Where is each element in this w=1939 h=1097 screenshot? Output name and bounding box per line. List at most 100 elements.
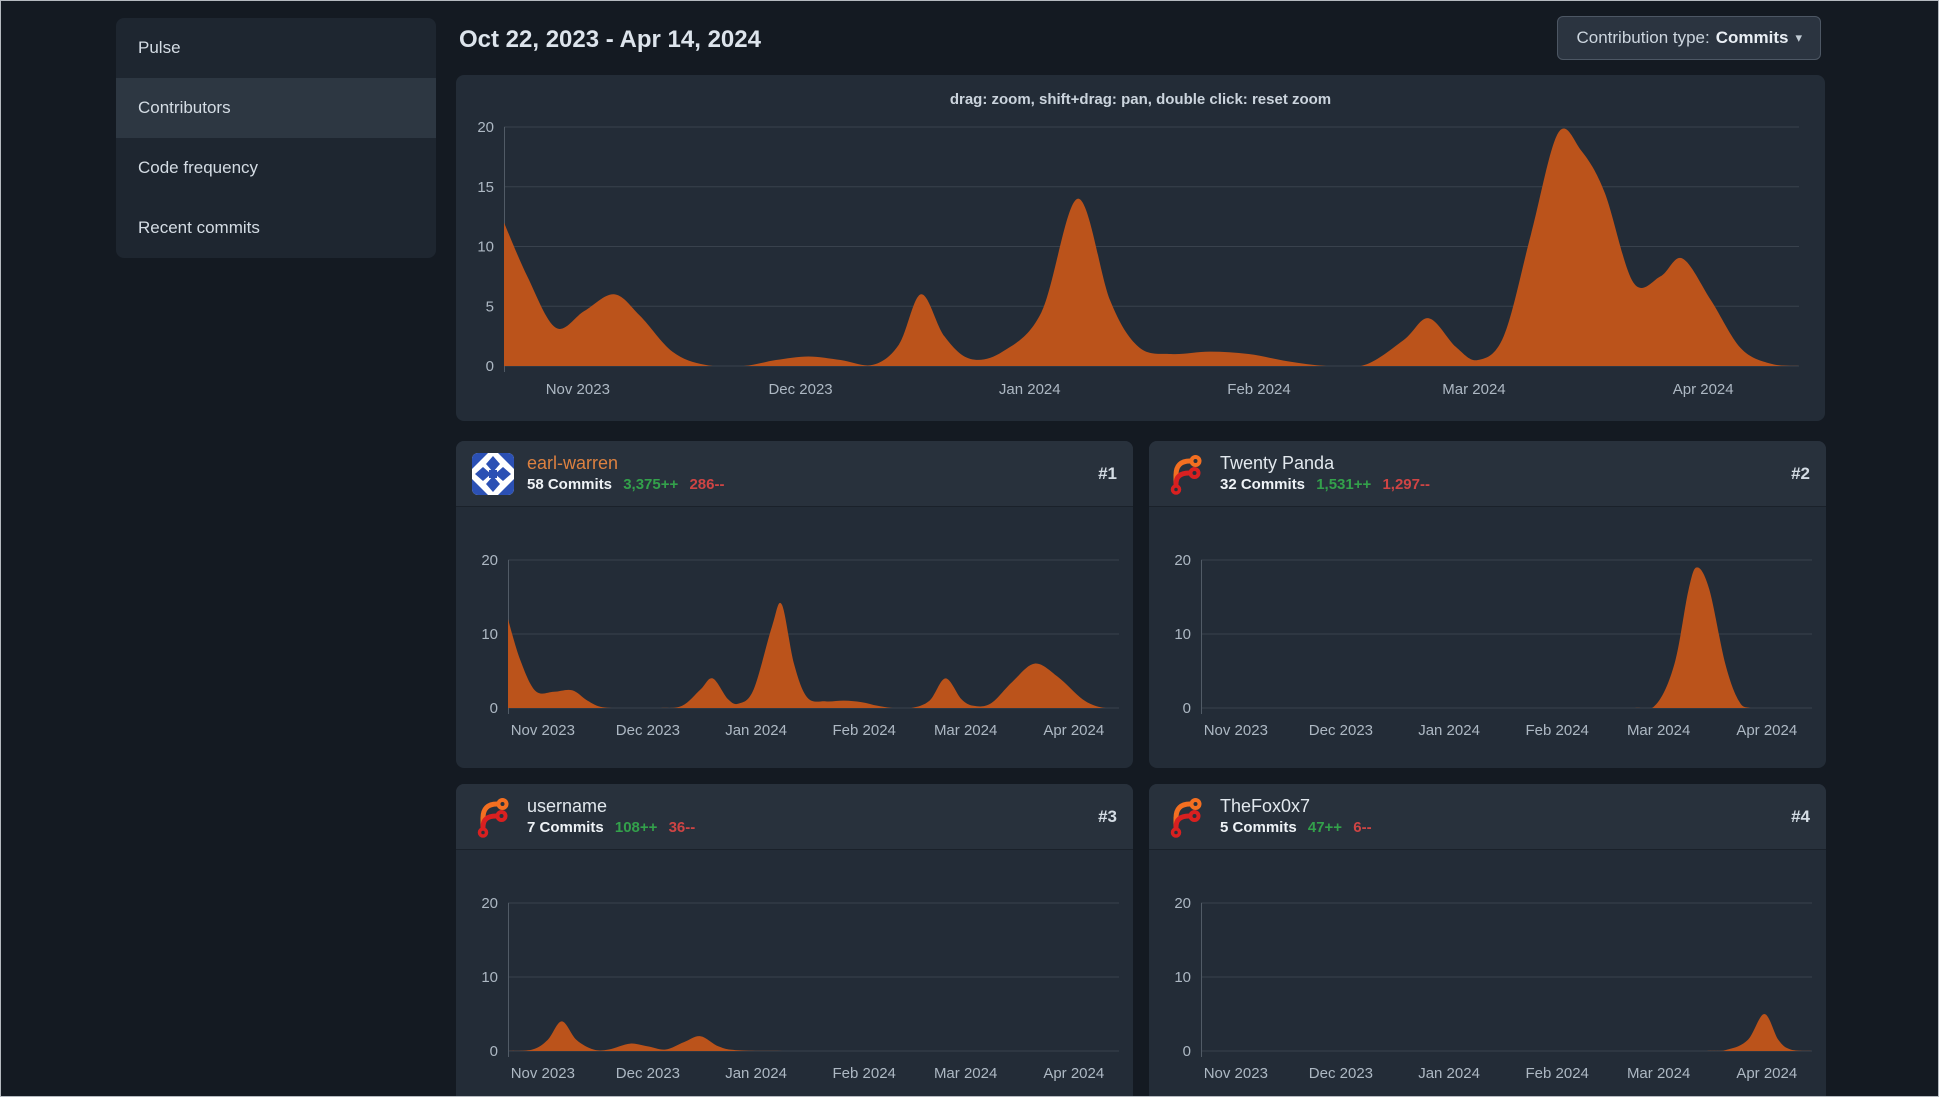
svg-text:20: 20 — [481, 552, 498, 569]
svg-text:Feb 2024: Feb 2024 — [1227, 381, 1290, 398]
contributor-card-header: earl-warren 58 Commits 3,375++ 286-- #1 — [456, 441, 1133, 507]
svg-text:Apr 2024: Apr 2024 — [1043, 1065, 1104, 1082]
rank-badge: #4 — [1791, 806, 1810, 826]
forgejo-logo-icon — [1165, 453, 1207, 495]
sidebar-item-recent-commits[interactable]: Recent commits — [116, 198, 436, 258]
svg-text:Dec 2023: Dec 2023 — [616, 1065, 680, 1082]
contributor-card-3: username 7 Commits 108++ 36-- #3 0 10 20 No… — [456, 784, 1133, 1096]
chart-zoom-hint: drag: zoom, shift+drag: pan, double clic… — [949, 91, 1332, 108]
additions-count: 3,375++ — [623, 476, 679, 493]
svg-text:Dec 2023: Dec 2023 — [616, 722, 680, 739]
contributor-identity: earl-warren 58 Commits 3,375++ 286-- — [527, 452, 724, 495]
svg-text:10: 10 — [1174, 969, 1191, 986]
svg-text:15: 15 — [477, 179, 494, 196]
rank-badge: #1 — [1098, 463, 1117, 483]
identicon-avatar-icon — [472, 452, 514, 495]
svg-text:20: 20 — [1174, 552, 1191, 569]
additions-count: 1,531++ — [1316, 476, 1372, 493]
forgejo-logo-icon — [472, 796, 514, 838]
chart-canvas: 0 10 20 Nov 2023 Dec 2023 Jan 2024 Feb 2024 Mar… — [1174, 552, 1812, 739]
svg-text:Apr 2024: Apr 2024 — [1043, 722, 1104, 739]
chevron-down-icon: ▾ — [1795, 30, 1802, 45]
chart-canvas: 0 10 20 Nov 2023 Dec 2023 Jan 2024 Feb 2024 Mar… — [481, 895, 1119, 1082]
contributor-stats: 32 Commits 1,531++ 1,297-- — [1220, 475, 1430, 495]
contributor-name-link[interactable]: earl-warren — [527, 452, 724, 475]
contributor-stats: 58 Commits 3,375++ 286-- — [527, 475, 724, 495]
rank-badge: #3 — [1098, 806, 1117, 826]
forgejo-logo-icon — [1165, 796, 1207, 838]
svg-text:Nov 2023: Nov 2023 — [511, 1065, 575, 1082]
contributor-commits-chart[interactable]: 0 10 20 Nov 2023 Dec 2023 Jan 2024 Feb 2024 Mar… — [1149, 850, 1826, 1096]
svg-text:Mar 2024: Mar 2024 — [1627, 1065, 1690, 1082]
svg-text:10: 10 — [477, 239, 494, 256]
svg-text:0: 0 — [490, 1043, 498, 1060]
svg-text:Mar 2024: Mar 2024 — [1627, 722, 1690, 739]
svg-text:Apr 2024: Apr 2024 — [1673, 381, 1734, 398]
svg-text:10: 10 — [481, 969, 498, 986]
svg-text:Apr 2024: Apr 2024 — [1736, 1065, 1797, 1082]
sidebar-item-code-frequency[interactable]: Code frequency — [116, 138, 436, 198]
svg-text:Jan 2024: Jan 2024 — [1418, 1065, 1480, 1082]
rank-badge: #2 — [1791, 463, 1810, 483]
svg-text:Jan 2024: Jan 2024 — [999, 381, 1061, 398]
contributor-name-link[interactable]: TheFox0x7 — [1220, 795, 1372, 818]
contributor-identity: TheFox0x7 5 Commits 47++ 6-- — [1220, 795, 1372, 838]
chart-canvas: 0 10 20 Nov 2023 Dec 2023 Jan 2024 Feb 2024 Mar… — [1174, 895, 1812, 1082]
contributor-name-link[interactable]: username — [527, 795, 695, 818]
date-range-heading: Oct 22, 2023 - Apr 14, 2024 — [459, 26, 761, 53]
contributor-card-1: earl-warren 58 Commits 3,375++ 286-- #1 … — [456, 441, 1133, 768]
svg-text:Nov 2023: Nov 2023 — [1204, 1065, 1268, 1082]
svg-text:5: 5 — [486, 298, 494, 315]
contribution-type-label: Contribution type: — [1576, 28, 1710, 47]
svg-text:Mar 2024: Mar 2024 — [934, 1065, 997, 1082]
contribution-type-dropdown[interactable]: Contribution type: Commits ▾ — [1557, 16, 1821, 60]
contributor-card-header: username 7 Commits 108++ 36-- #3 — [456, 784, 1133, 850]
svg-text:Mar 2024: Mar 2024 — [934, 722, 997, 739]
svg-text:Feb 2024: Feb 2024 — [833, 1065, 896, 1082]
svg-text:Jan 2024: Jan 2024 — [725, 1065, 787, 1082]
svg-text:Nov 2023: Nov 2023 — [511, 722, 575, 739]
deletions-count: 36-- — [668, 819, 696, 836]
contributor-commits-chart[interactable]: 0 10 20 Nov 2023 Dec 2023 Jan 2024 Feb 2024 Mar… — [1149, 507, 1826, 768]
sidebar-item-contributors[interactable]: Contributors — [116, 78, 436, 138]
contributor-stats: 5 Commits 47++ 6-- — [1220, 818, 1372, 838]
svg-text:20: 20 — [1174, 895, 1191, 912]
svg-text:Feb 2024: Feb 2024 — [1526, 722, 1589, 739]
svg-text:Feb 2024: Feb 2024 — [833, 722, 896, 739]
overall-chart-panel: drag: zoom, shift+drag: pan, double clic… — [456, 75, 1825, 421]
svg-text:0: 0 — [1183, 700, 1191, 717]
svg-text:0: 0 — [490, 700, 498, 717]
contributor-identity: username 7 Commits 108++ 36-- — [527, 795, 695, 838]
contributor-card-4: TheFox0x7 5 Commits 47++ 6-- #4 0 10 20 Nov… — [1149, 784, 1826, 1096]
contributor-card-header: TheFox0x7 5 Commits 47++ 6-- #4 — [1149, 784, 1826, 850]
contributor-name-link[interactable]: Twenty Panda — [1220, 452, 1430, 475]
deletions-count: 1,297-- — [1382, 476, 1430, 493]
commit-count: 32 Commits — [1220, 476, 1306, 493]
contributor-identity: Twenty Panda 32 Commits 1,531++ 1,297-- — [1220, 452, 1430, 495]
svg-text:Dec 2023: Dec 2023 — [1309, 722, 1373, 739]
additions-count: 47++ — [1307, 819, 1343, 836]
additions-count: 108++ — [614, 819, 658, 836]
deletions-count: 286-- — [689, 476, 725, 493]
svg-text:20: 20 — [481, 895, 498, 912]
sidebar-item-pulse[interactable]: Pulse — [116, 18, 436, 78]
commit-count: 58 Commits — [527, 476, 613, 493]
sidebar-menu: Pulse Contributors Code frequency Recent… — [116, 18, 436, 258]
commit-count: 5 Commits — [1220, 819, 1297, 836]
overall-commits-chart[interactable]: 0 5 10 15 20 Nov 2023 Dec 2023 Jan 2024 Feb 2024… — [456, 111, 1825, 421]
contributor-card-header: Twenty Panda 32 Commits 1,531++ 1,297-- … — [1149, 441, 1826, 507]
contributor-commits-chart[interactable]: 0 10 20 Nov 2023 Dec 2023 Jan 2024 Feb 2024 Mar… — [456, 507, 1133, 768]
svg-text:Nov 2023: Nov 2023 — [1204, 722, 1268, 739]
deletions-count: 6-- — [1353, 819, 1372, 836]
commit-count: 7 Commits — [527, 819, 604, 836]
svg-text:Nov 2023: Nov 2023 — [546, 381, 610, 398]
chart-canvas: 0 5 10 15 20 Nov 2023 Dec 2023 Jan 2024 Feb 2024… — [477, 119, 1799, 398]
svg-text:Mar 2024: Mar 2024 — [1442, 381, 1505, 398]
contributor-stats: 7 Commits 108++ 36-- — [527, 818, 695, 838]
contributor-commits-chart[interactable]: 0 10 20 Nov 2023 Dec 2023 Jan 2024 Feb 2024 Mar… — [456, 850, 1133, 1096]
contributors-page: Pulse Contributors Code frequency Recent… — [0, 0, 1939, 1097]
svg-text:Feb 2024: Feb 2024 — [1526, 1065, 1589, 1082]
chart-canvas: 0 10 20 Nov 2023 Dec 2023 Jan 2024 Feb 2024 Mar… — [481, 552, 1119, 739]
svg-text:Dec 2023: Dec 2023 — [768, 381, 832, 398]
svg-text:Apr 2024: Apr 2024 — [1736, 722, 1797, 739]
